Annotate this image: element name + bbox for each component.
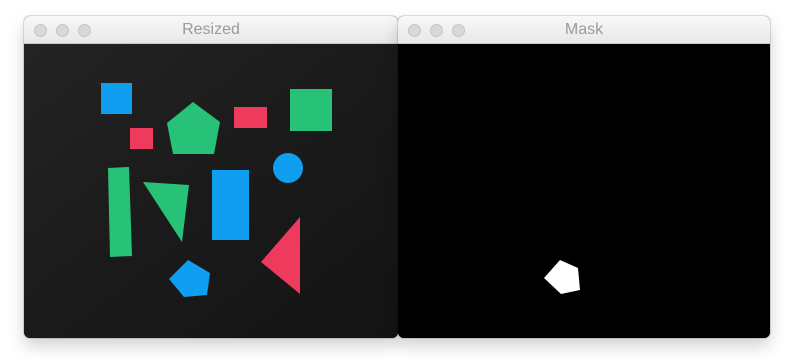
mask-window: Mask	[398, 16, 770, 338]
resized-titlebar[interactable]: Resized	[24, 16, 398, 44]
mask-window-title: Mask	[564, 21, 604, 38]
mask-image	[398, 44, 770, 338]
red-small-square	[130, 128, 153, 149]
board-background	[24, 44, 398, 338]
resized-window-title: Resized	[182, 21, 240, 38]
mask-background	[398, 44, 770, 338]
resized-image	[24, 44, 398, 338]
shapes-photo	[24, 44, 398, 338]
blue-circle	[273, 153, 303, 183]
green-square	[290, 89, 332, 131]
green-tall-rectangle	[108, 167, 132, 257]
mask-titlebar[interactable]: Mask	[398, 16, 770, 44]
mask-canvas	[398, 44, 770, 338]
blue-square	[101, 83, 132, 114]
resized-window: Resized	[24, 16, 398, 338]
red-rectangle	[234, 107, 267, 128]
blue-tall-rectangle	[212, 170, 249, 240]
